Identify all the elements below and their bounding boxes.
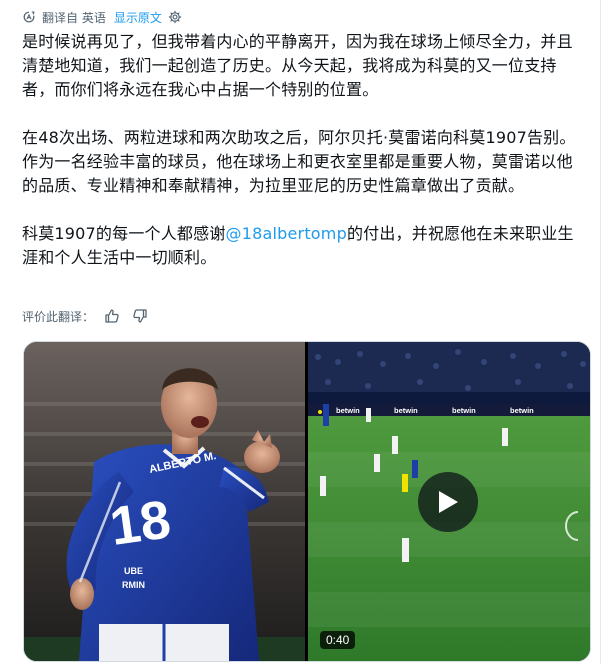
player-photo[interactable]: 18 ALBERTO M. UBE RMIN (24, 342, 305, 661)
rate-translation-label: 评价此翻译： (22, 309, 95, 324)
svg-text:RMIN: RMIN (122, 580, 145, 590)
post-paragraph: 在48次出场、两粒进球和两次助攻之后，阿尔贝托·莫雷诺向科莫1907告别。作为一… (22, 128, 576, 195)
post-card: 翻译自 英语 显示原文 是时候说再见了，但我带着内心的平静离开，因为我在球场上倾… (0, 0, 601, 664)
thumbs-down-icon[interactable] (132, 308, 148, 324)
post-text-segment: 科莫1907的每一个人都感谢 (22, 224, 226, 243)
svg-text:betwin: betwin (510, 406, 534, 415)
media-grid: 18 ALBERTO M. UBE RMIN betwin betwin bet… (23, 341, 591, 662)
show-original-link[interactable]: 显示原文 (114, 9, 162, 26)
thumbs-up-icon[interactable] (104, 308, 120, 324)
video-duration: 0:40 (320, 631, 356, 649)
post-paragraph: 科莫1907的每一个人都感谢@18albertomp的付出，并祝愿他在未来职业生… (22, 222, 588, 270)
translation-bar: 翻译自 英语 显示原文 (22, 8, 182, 26)
gear-icon[interactable] (168, 10, 182, 24)
player-celebration-image: 18 ALBERTO M. UBE RMIN (24, 342, 305, 661)
svg-text:betwin: betwin (452, 406, 476, 415)
svg-text:betwin: betwin (336, 406, 360, 415)
post-paragraph: 是时候说再见了，但我带着内心的平静离开，因为我在球场上倾尽全力，并且清楚地知道，… (22, 32, 573, 99)
svg-text:UBE: UBE (124, 566, 143, 576)
svg-text:18: 18 (106, 489, 174, 557)
post-text: 是时候说再见了，但我带着内心的平静离开，因为我在球场上倾尽全力，并且清楚地知道，… (22, 30, 588, 294)
translate-icon (23, 11, 35, 23)
match-video[interactable]: betwin betwin betwin betwin 0:40 (308, 342, 590, 661)
svg-text:betwin: betwin (394, 406, 418, 415)
translated-from-label: 翻译自 英语 (42, 10, 106, 25)
play-button[interactable] (418, 472, 478, 532)
user-mention-link[interactable]: @18albertomp (226, 224, 347, 243)
rate-translation-bar: 评价此翻译： (22, 306, 148, 326)
play-icon (439, 491, 458, 513)
